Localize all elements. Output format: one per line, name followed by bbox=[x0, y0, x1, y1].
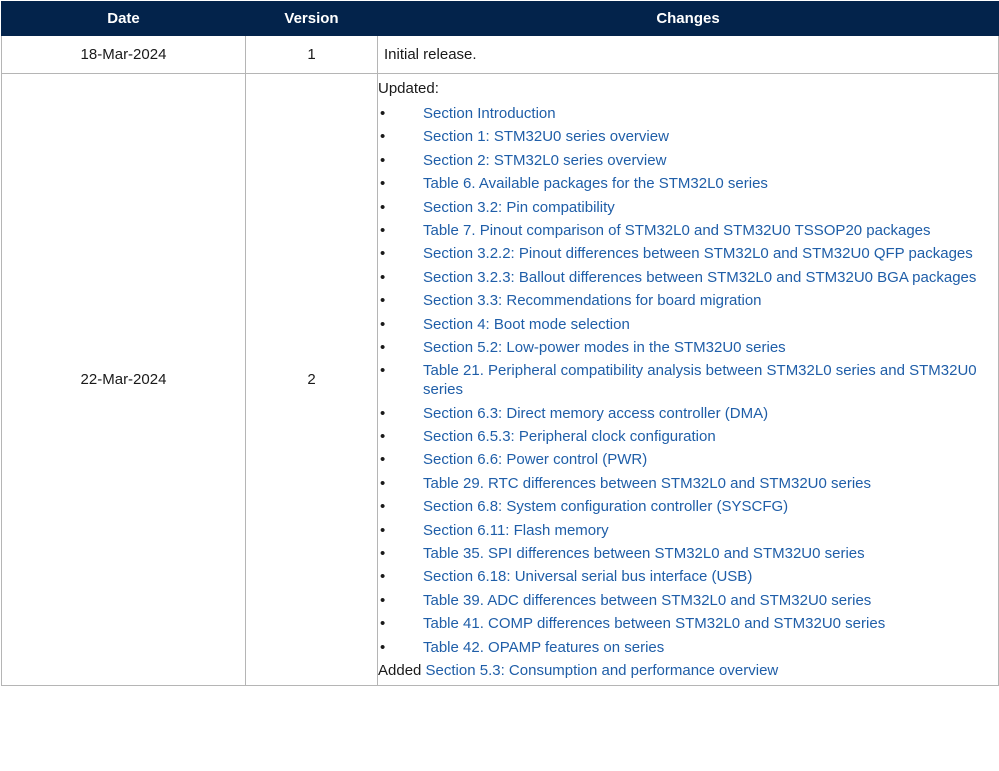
header-changes: Changes bbox=[377, 1, 999, 36]
list-item: • Table 7. Pinout comparison of STM32L0 a… bbox=[378, 221, 998, 240]
bullet: • bbox=[380, 151, 386, 169]
bullet: • bbox=[380, 638, 386, 656]
row-version: 1 bbox=[245, 35, 378, 74]
added-label: Added bbox=[378, 661, 422, 679]
change-link[interactable]: Section 3.2: Pin compatibility bbox=[423, 199, 615, 216]
list-item: • Section 3.2.3: Ballout differences betw… bbox=[378, 268, 998, 287]
change-list: • Section Introduction • Section 1: STM32U0… bbox=[378, 104, 998, 657]
change-link[interactable]: Section 3.2.2: Pinout differences betwee… bbox=[423, 245, 973, 262]
bullet: • bbox=[380, 292, 386, 310]
added-line: Added Section 5.3: Consumption and perfo… bbox=[378, 661, 998, 681]
bullet: • bbox=[380, 338, 386, 356]
bullet: • bbox=[380, 474, 386, 492]
list-item: • Table 41. COMP differences between STM3… bbox=[378, 614, 998, 633]
list-item: • Table 42. OPAMP features on series bbox=[378, 638, 998, 657]
change-link[interactable]: Table 21. Peripheral compatibility analy… bbox=[423, 362, 977, 398]
change-link[interactable]: Section 6.5.3: Peripheral clock configur… bbox=[423, 428, 716, 445]
list-item: • Section 6.6: Power control (PWR) bbox=[378, 450, 998, 469]
list-item: • Section 4: Boot mode selection bbox=[378, 315, 998, 334]
header-date: Date bbox=[1, 1, 246, 36]
bullet: • bbox=[380, 268, 386, 286]
list-item: • Table 21. Peripheral compatibility anal… bbox=[378, 361, 998, 399]
change-link[interactable]: Section 4: Boot mode selection bbox=[423, 316, 630, 333]
header-version: Version bbox=[245, 1, 378, 36]
bullet: • bbox=[380, 315, 386, 333]
list-item: • Table 39. ADC differences between STM32… bbox=[378, 591, 998, 610]
table-row: 22-Mar-2024 2 Updated: • Section Introduc… bbox=[1, 73, 999, 686]
bullet: • bbox=[380, 362, 386, 380]
table-row: 18-Mar-2024 1 Initial release. bbox=[1, 35, 999, 74]
change-link[interactable]: Section 6.18: Universal serial bus inter… bbox=[423, 568, 752, 585]
change-link[interactable]: Section 3.2.3: Ballout differences betwe… bbox=[423, 269, 976, 286]
list-item: • Section 6.11: Flash memory bbox=[378, 521, 998, 540]
bullet: • bbox=[380, 615, 386, 633]
list-item: • Section 3.2.2: Pinout differences betwe… bbox=[378, 244, 998, 263]
list-item: • Section 5.2: Low-power modes in the STM… bbox=[378, 338, 998, 357]
change-link[interactable]: Section 2: STM32L0 series overview bbox=[423, 152, 666, 169]
bullet: • bbox=[380, 198, 386, 216]
list-item: • Section 6.18: Universal serial bus inte… bbox=[378, 567, 998, 586]
change-link[interactable]: Section 6.3: Direct memory access contro… bbox=[423, 405, 768, 422]
bullet: • bbox=[380, 568, 386, 586]
list-item: • Table 29. RTC differences between STM32… bbox=[378, 474, 998, 493]
row-date: 22-Mar-2024 bbox=[1, 73, 246, 686]
bullet: • bbox=[380, 245, 386, 263]
change-link[interactable]: Section 6.11: Flash memory bbox=[423, 522, 609, 539]
list-item: • Section 3.2: Pin compatibility bbox=[378, 198, 998, 217]
bullet: • bbox=[380, 404, 386, 422]
list-item: • Table 6. Available packages for the STM… bbox=[378, 174, 998, 193]
list-item: • Section Introduction bbox=[378, 104, 998, 123]
change-link[interactable]: Table 41. COMP differences between STM32… bbox=[423, 615, 885, 632]
bullet: • bbox=[380, 451, 386, 469]
bullet: • bbox=[380, 175, 386, 193]
change-link[interactable]: Section 1: STM32U0 series overview bbox=[423, 128, 669, 145]
bullet: • bbox=[380, 521, 386, 539]
bullet: • bbox=[380, 428, 386, 446]
bullet: • bbox=[380, 128, 386, 146]
change-link[interactable]: Table 6. Available packages for the STM3… bbox=[423, 175, 768, 192]
table-header-row: Date Version Changes bbox=[1, 1, 999, 36]
bullet: • bbox=[380, 105, 386, 122]
row-date: 18-Mar-2024 bbox=[1, 35, 246, 74]
change-link[interactable]: Section 3.3: Recommendations for board m… bbox=[423, 292, 762, 309]
list-item: • Section 3.3: Recommendations for board … bbox=[378, 291, 998, 310]
list-item: • Section 6.8: System configuration contr… bbox=[378, 497, 998, 516]
list-item: • Section 2: STM32L0 series overview bbox=[378, 151, 998, 170]
updated-label: Updated: bbox=[378, 80, 439, 97]
added-link[interactable]: Section 5.3: Consumption and performance… bbox=[426, 662, 779, 679]
change-link[interactable]: Table 42. OPAMP features on series bbox=[423, 639, 664, 656]
change-link[interactable]: Table 29. RTC differences between STM32L… bbox=[423, 475, 871, 492]
list-item: • Section 6.5.3: Peripheral clock configu… bbox=[378, 427, 998, 446]
list-item: • Section 6.3: Direct memory access contr… bbox=[378, 404, 998, 423]
row-changes: Updated: • Section Introduction • Section 1… bbox=[377, 73, 999, 686]
list-item: • Section 1: STM32U0 series overview bbox=[378, 127, 998, 146]
bullet: • bbox=[380, 545, 386, 563]
change-link[interactable]: Table 39. ADC differences between STM32L… bbox=[423, 592, 871, 609]
row-version: 2 bbox=[245, 73, 378, 686]
bullet: • bbox=[380, 591, 386, 609]
bullet: • bbox=[380, 498, 386, 516]
list-item: • Table 35. SPI differences between STM32… bbox=[378, 544, 998, 563]
bullet: • bbox=[380, 221, 386, 239]
row-changes: Initial release. bbox=[377, 35, 999, 74]
revision-history-table: Date Version Changes 18-Mar-2024 1 Initi… bbox=[1, 1, 999, 686]
change-link[interactable]: Section 6.8: System configuration contro… bbox=[423, 498, 788, 515]
change-link[interactable]: Table 35. SPI differences between STM32L… bbox=[423, 545, 865, 562]
change-link[interactable]: Section Introduction bbox=[423, 105, 556, 122]
change-link[interactable]: Section 5.2: Low-power modes in the STM3… bbox=[423, 339, 786, 356]
change-link[interactable]: Section 6.6: Power control (PWR) bbox=[423, 451, 647, 468]
change-link[interactable]: Table 7. Pinout comparison of STM32L0 an… bbox=[423, 222, 931, 239]
